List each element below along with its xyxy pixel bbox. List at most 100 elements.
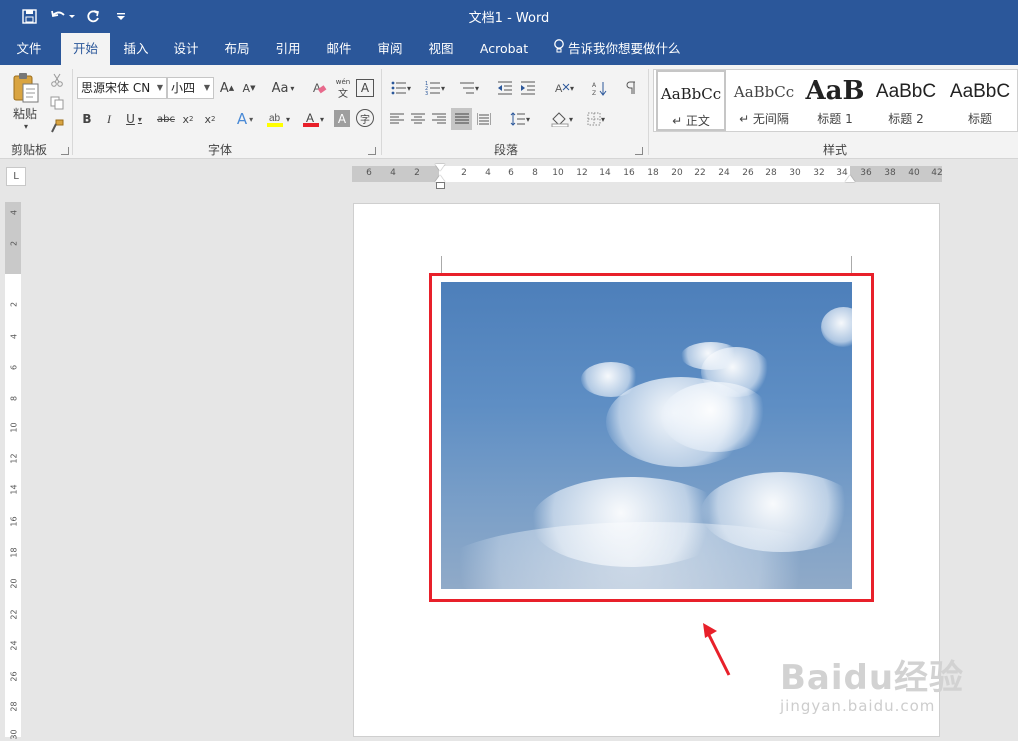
distributed-icon[interactable] — [474, 108, 494, 130]
style-name: ↵ 无间隔 — [739, 112, 789, 126]
ruler-tick: 42 — [931, 168, 943, 178]
style-preview: AaBbC — [875, 81, 937, 102]
tab-insert[interactable]: 插入 — [116, 33, 156, 65]
phonetic-guide-icon[interactable]: wén 文 — [333, 77, 353, 100]
align-left-icon[interactable] — [387, 108, 407, 130]
copy-icon[interactable] — [48, 94, 66, 112]
svg-text:ab: ab — [269, 113, 281, 124]
tab-selector[interactable]: L — [6, 167, 26, 186]
justify-icon[interactable] — [451, 108, 472, 130]
format-painter-icon[interactable] — [48, 117, 66, 135]
sort-icon[interactable]: AZ — [590, 77, 610, 99]
chinese-layout-icon[interactable]: A ▾ — [549, 77, 579, 99]
font-name-dropdown[interactable]: 思源宋体 CN ▼ — [77, 77, 167, 99]
ruler-tick: 28 — [765, 168, 777, 178]
enclose-characters-icon[interactable]: 字 — [356, 109, 374, 127]
tab-view[interactable]: 视图 — [421, 33, 461, 65]
ruler-tick: 30 — [9, 729, 19, 740]
svg-text:Z: Z — [592, 90, 596, 96]
highlight-rectangle — [429, 273, 874, 602]
ruler-tick: 38 — [884, 168, 896, 178]
increase-indent-icon[interactable] — [518, 77, 538, 99]
separator — [381, 69, 382, 155]
borders-icon[interactable]: ▾ — [581, 108, 611, 130]
tab-references[interactable]: 引用 — [268, 33, 308, 65]
style-title[interactable]: AaBbC 标题 — [944, 70, 1016, 131]
hanging-indent-marker[interactable] — [435, 175, 445, 182]
ruler-tick: 34 — [836, 168, 848, 178]
watermark-brand: Baidu经验 — [780, 658, 965, 698]
italic-icon[interactable]: I — [100, 108, 118, 130]
multilevel-list-icon[interactable]: ▾ — [454, 77, 484, 99]
tab-file[interactable]: 文件 — [7, 33, 51, 65]
style-heading-1[interactable]: AaB 标题 1 — [802, 70, 868, 131]
first-line-indent-marker[interactable] — [435, 164, 445, 171]
ruler-tick: 2 — [9, 240, 19, 247]
style-preview: AaBbC — [949, 81, 1011, 102]
style-name: 标题 2 — [888, 112, 924, 126]
horizontal-ruler[interactable]: 6 4 2 2 4 6 8 10 12 14 16 18 20 22 24 26… — [352, 164, 943, 189]
ruler-tick: 16 — [9, 516, 19, 527]
bullets-icon[interactable]: ▾ — [387, 77, 415, 99]
clear-formatting-icon[interactable]: A — [310, 77, 330, 99]
chevron-down-icon: ▼ — [156, 83, 163, 92]
paste-icon[interactable] — [9, 71, 43, 105]
cut-icon[interactable] — [48, 71, 66, 89]
clipboard-launcher-icon[interactable] — [61, 147, 69, 155]
ruler-tick: 20 — [9, 578, 19, 589]
change-case-button[interactable]: Aa ▾ — [268, 77, 298, 99]
font-color-icon[interactable]: A ▾ — [298, 108, 328, 130]
font-size-dropdown[interactable]: 小四 ▼ — [167, 77, 214, 99]
tab-layout[interactable]: 布局 — [217, 33, 257, 65]
shrink-font-icon[interactable]: A ▼ — [240, 77, 258, 99]
superscript-icon[interactable]: x2 — [201, 108, 219, 130]
tell-me-box[interactable]: 告诉我你想要做什么 — [553, 33, 681, 65]
shading-icon[interactable]: ▾ — [546, 108, 578, 130]
ruler-tick: 12 — [576, 168, 588, 178]
character-border-icon[interactable]: A — [356, 79, 374, 97]
paste-dropdown-icon[interactable]: ▾ — [17, 121, 35, 131]
show-formatting-icon[interactable] — [622, 77, 640, 99]
align-right-icon[interactable] — [429, 108, 449, 130]
ruler-tick: 16 — [623, 168, 635, 178]
tab-review[interactable]: 审阅 — [370, 33, 410, 65]
paragraph-launcher-icon[interactable] — [635, 147, 643, 155]
ruler-tick: 8 — [9, 395, 19, 402]
underline-icon[interactable]: U ▾ — [122, 108, 146, 130]
decrease-indent-icon[interactable] — [495, 77, 515, 99]
grow-font-icon[interactable]: A ▲ — [218, 77, 236, 99]
ruler-tick: 4 — [485, 168, 491, 178]
ruler-tick: 24 — [718, 168, 730, 178]
style-no-spacing[interactable]: AaBbCc ↵ 无间隔 — [729, 70, 799, 131]
ruler-tick: 4 — [9, 333, 19, 340]
subscript-icon[interactable]: x2 — [179, 108, 197, 130]
line-spacing-icon[interactable]: ▾ — [505, 108, 535, 130]
font-launcher-icon[interactable] — [368, 147, 376, 155]
tab-mailings[interactable]: 邮件 — [319, 33, 359, 65]
svg-text:A: A — [592, 82, 597, 89]
character-shading-icon[interactable]: A — [334, 110, 350, 127]
tab-acrobat[interactable]: Acrobat — [474, 33, 534, 65]
ruler-tick: 24 — [9, 640, 19, 651]
vertical-ruler[interactable]: 4 2 2 4 6 8 10 12 14 16 18 20 22 24 26 2… — [5, 202, 21, 740]
paste-label[interactable]: 粘贴 — [6, 105, 44, 121]
change-case-label: Aa — [271, 80, 289, 96]
ruler-tick: 4 — [9, 209, 19, 216]
ruler-tick: 2 — [414, 168, 420, 178]
highlight-color-icon[interactable]: ab ▾ — [263, 108, 293, 130]
text-effects-icon[interactable]: A ▾ — [232, 108, 258, 130]
bold-icon[interactable]: B — [78, 108, 96, 130]
style-normal[interactable]: AaBbCc ↵ 正文 — [656, 70, 726, 131]
numbering-icon[interactable]: 1 2 3 ▾ — [420, 77, 450, 99]
align-center-icon[interactable] — [408, 108, 428, 130]
ruler-tick: 14 — [599, 168, 611, 178]
separator — [72, 69, 73, 155]
ruler-tick: 28 — [9, 701, 19, 712]
ruler-tick: 22 — [694, 168, 706, 178]
style-heading-2[interactable]: AaBbC 标题 2 — [872, 70, 940, 131]
strikethrough-icon[interactable]: abc — [155, 108, 177, 130]
tab-home[interactable]: 开始 — [61, 33, 110, 65]
left-indent-marker[interactable] — [436, 182, 445, 189]
tab-design[interactable]: 设计 — [166, 33, 206, 65]
font-size-value: 小四 — [171, 81, 196, 95]
